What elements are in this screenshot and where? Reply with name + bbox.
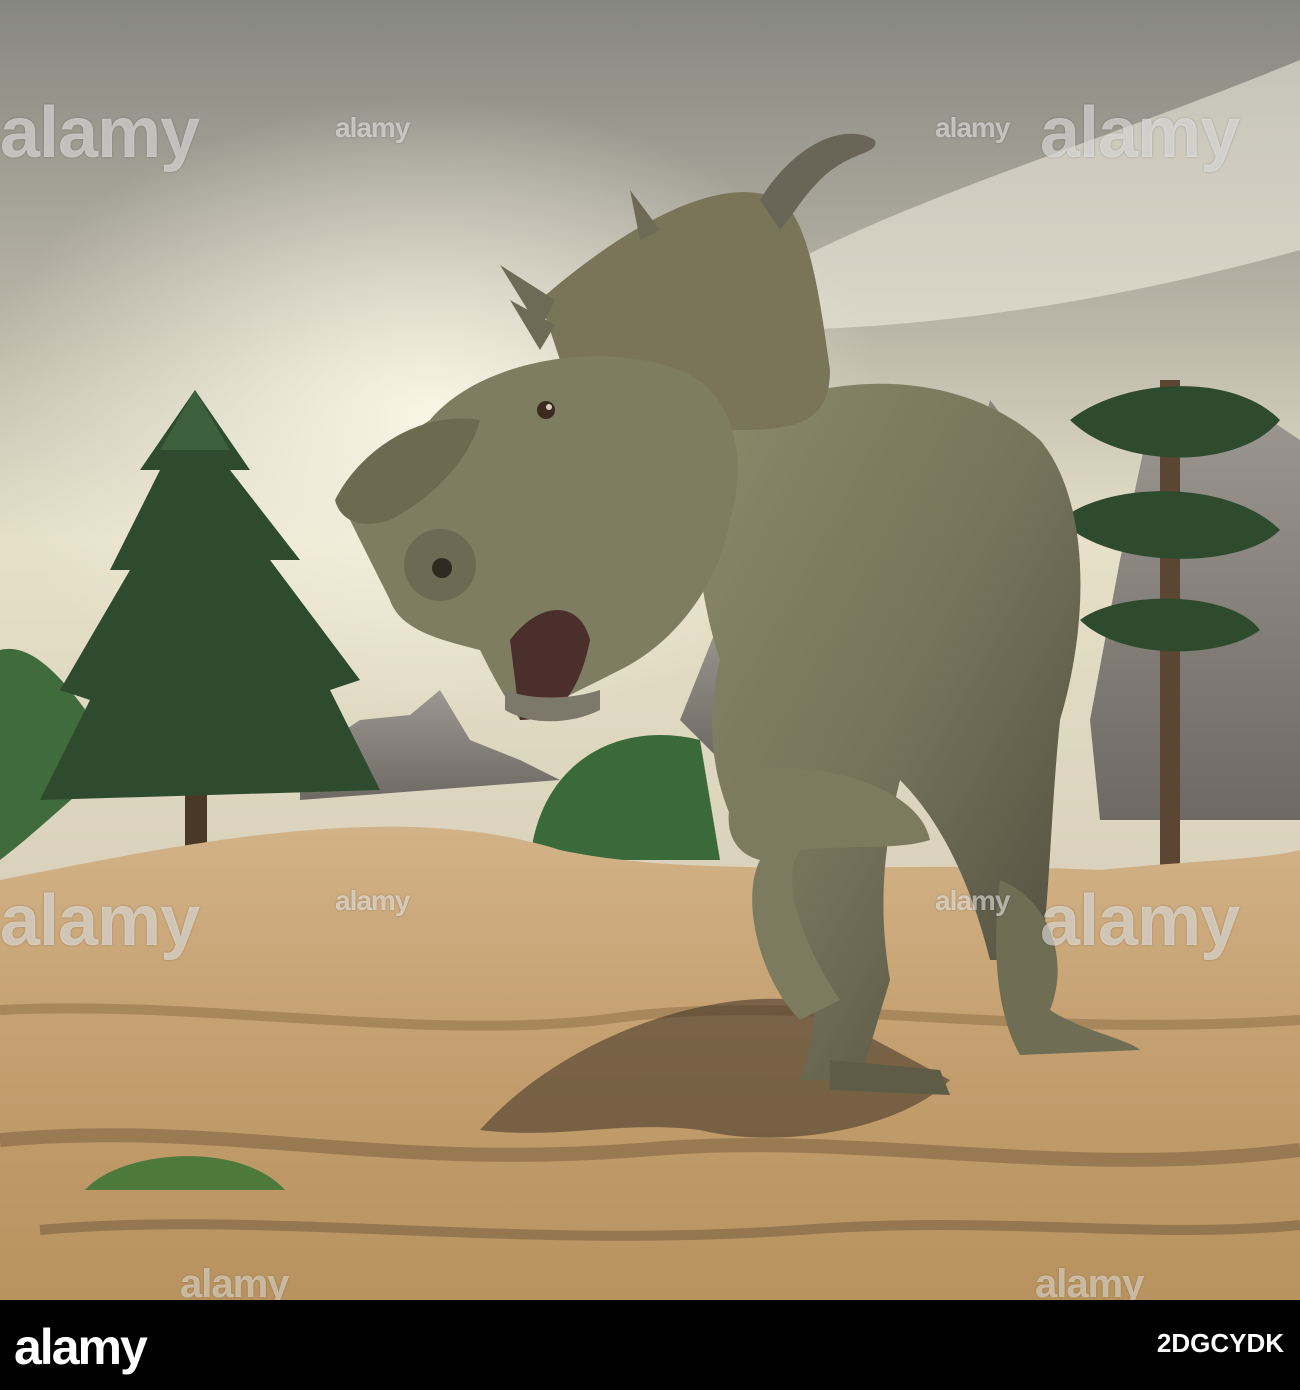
footer-bar: alamy 2DGCYDK: [0, 1300, 1300, 1390]
dinosaur-scene-image: alamy alamy alamy alamy alamy alamy alam…: [0, 0, 1300, 1300]
image-id: 2DGCYDK: [1156, 1328, 1284, 1358]
page: alamy alamy alamy alamy alamy alamy alam…: [0, 0, 1300, 1390]
alamy-logo: alamy: [14, 1319, 148, 1375]
